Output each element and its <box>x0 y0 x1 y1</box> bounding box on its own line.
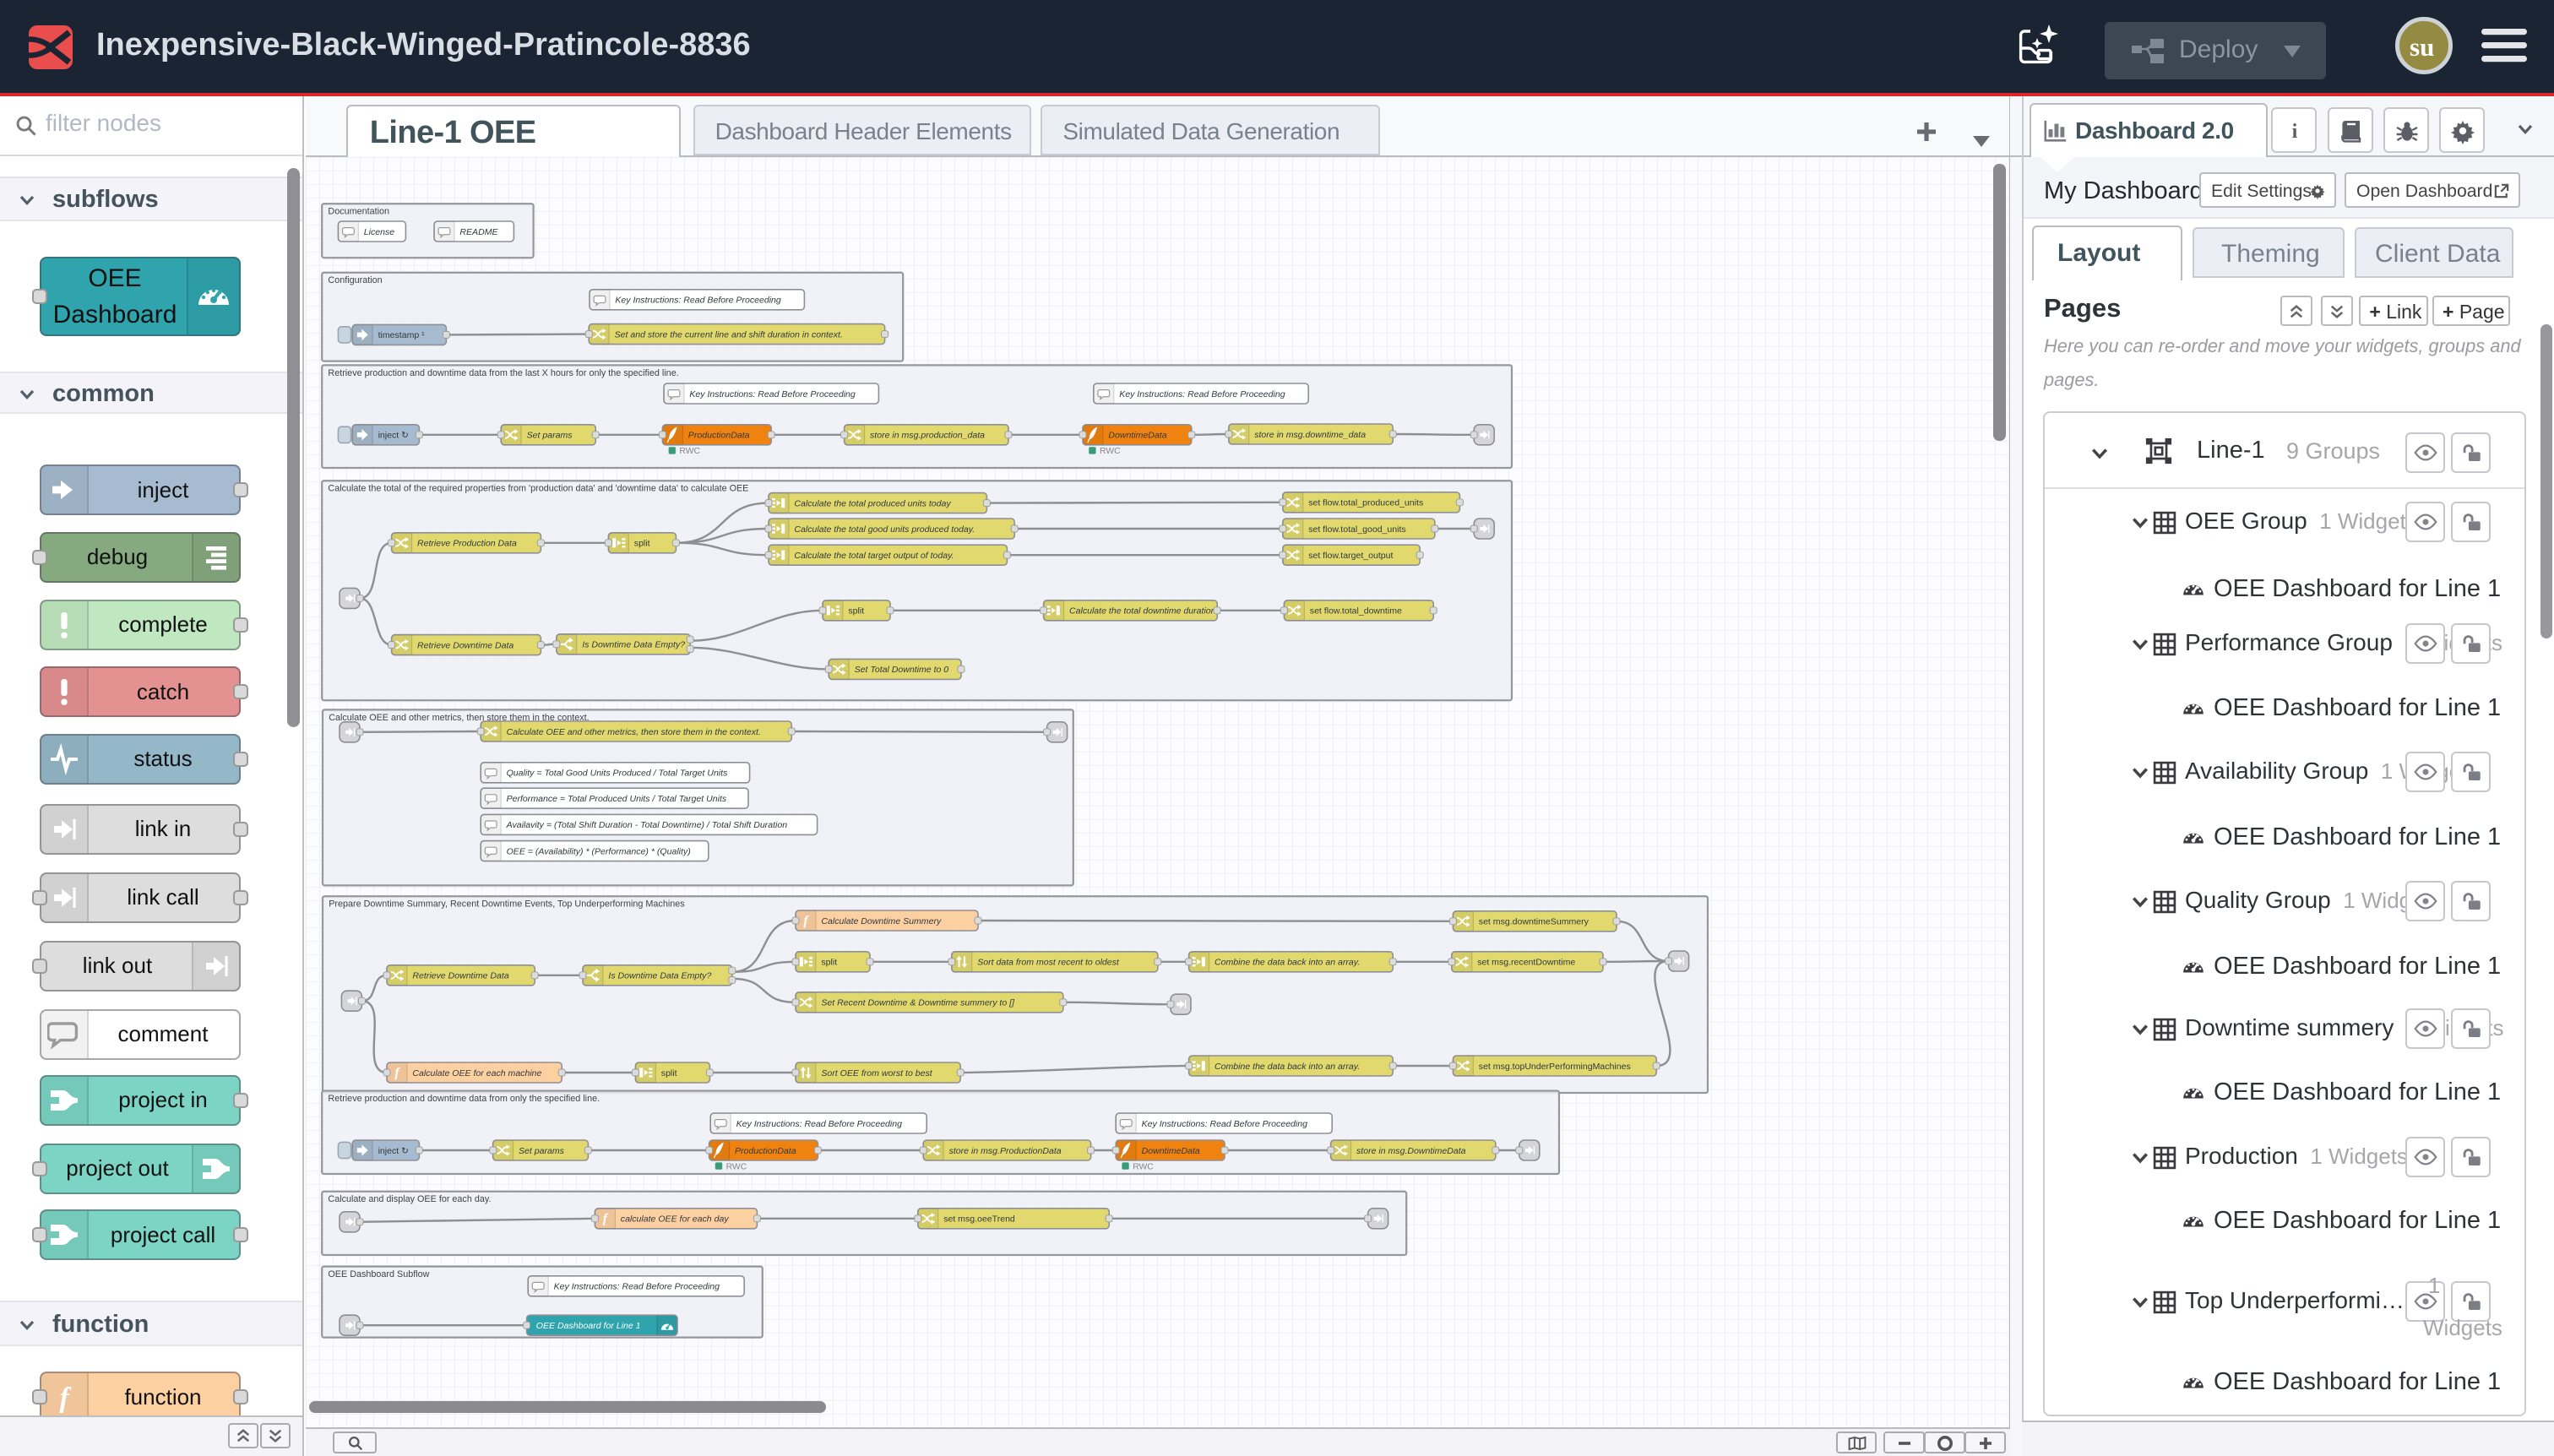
svg-text:Calculate and display OEE for: Calculate and display OEE for each day. <box>328 1194 491 1204</box>
svg-text:Set Recent Downtime & Downtime: Set Recent Downtime & Downtime summery t… <box>821 998 1015 1008</box>
svg-text:split: split <box>661 1068 677 1078</box>
svg-text:f: f <box>59 1383 72 1414</box>
svg-text:store in msg.downtime_data: store in msg.downtime_data <box>1254 430 1366 440</box>
svg-text:Combine the data back into an: Combine the data back into an array. <box>1215 1062 1360 1072</box>
svg-text:i: i <box>2292 121 2298 143</box>
svg-text:OEE = (Availability) * (Perfor: OEE = (Availability) * (Performance) * (… <box>507 846 691 856</box>
svg-text:Key Instructions: Read Before: Key Instructions: Read Before Proceeding <box>1142 1119 1308 1129</box>
svg-text:RWC: RWC <box>726 1162 747 1171</box>
svg-text:License: License <box>364 227 394 237</box>
svg-text:store in msg.production_data: store in msg.production_data <box>870 431 985 441</box>
svg-text:Key Instructions: Read Before: Key Instructions: Read Before Proceeding <box>736 1119 903 1129</box>
svg-text:inject ↻: inject ↻ <box>378 1146 410 1156</box>
svg-text:OEE Dashboard for Line 1: OEE Dashboard for Line 1 <box>536 1321 641 1331</box>
svg-text:Set Total Downtime to 0: Set Total Downtime to 0 <box>855 665 949 675</box>
svg-text:Calculate the total downtime d: Calculate the total downtime duration <box>1069 606 1216 617</box>
svg-text:Key Instructions: Read Before: Key Instructions: Read Before Proceeding <box>554 1282 720 1292</box>
svg-text:Is Downtime Data Empty?: Is Downtime Data Empty? <box>608 971 711 981</box>
svg-text:Availavity = (Total Shift Dura: Availavity = (Total Shift Duration - Tot… <box>506 820 788 830</box>
svg-text:set flow.total_produced_units: set flow.total_produced_units <box>1308 498 1423 508</box>
svg-text:Calculate OEE for each machine: Calculate OEE for each machine <box>412 1068 541 1078</box>
svg-text:Key Instructions: Read Before: Key Instructions: Read Before Proceeding <box>689 389 856 399</box>
svg-text:inject ↻: inject ↻ <box>378 431 410 441</box>
svg-text:Calculate the total good units: Calculate the total good units produced … <box>794 524 975 535</box>
svg-text:Key Instructions: Read Before: Key Instructions: Read Before Proceeding <box>615 296 781 306</box>
svg-text:ProductionData: ProductionData <box>735 1146 796 1156</box>
svg-text:Calculate the total produced u: Calculate the total produced units today <box>794 498 951 508</box>
svg-text:timestamp ¹: timestamp ¹ <box>378 330 426 340</box>
svg-text:Calculate the total target out: Calculate the total target output of tod… <box>794 551 954 561</box>
svg-text:Configuration: Configuration <box>328 275 382 285</box>
svg-text:Performance = Total Produced U: Performance = Total Produced Units / Tot… <box>507 794 727 804</box>
svg-text:Prepare Downtime Summary, Rece: Prepare Downtime Summary, Recent Downtim… <box>329 899 685 910</box>
svg-text:Retrieve Production Data: Retrieve Production Data <box>417 539 517 549</box>
svg-text:Retrieve production and downti: Retrieve production and downtime data fr… <box>328 368 678 378</box>
svg-text:Documentation: Documentation <box>328 207 389 217</box>
svg-text:calculate OEE for each day: calculate OEE for each day <box>621 1214 730 1225</box>
svg-text:set flow.target_output: set flow.target_output <box>1308 551 1393 561</box>
svg-text:Is Downtime Data Empty?: Is Downtime Data Empty? <box>582 640 685 650</box>
svg-text:set msg.oeeTrend: set msg.oeeTrend <box>943 1214 1015 1225</box>
svg-text:RWC: RWC <box>679 447 700 456</box>
svg-text:Calculate OEE and other metric: Calculate OEE and other metrics, then st… <box>507 727 761 737</box>
svg-text:store in msg.ProductionData: store in msg.ProductionData <box>949 1146 1062 1156</box>
svg-text:split: split <box>634 539 650 549</box>
svg-text:set msg.downtimeSummery: set msg.downtimeSummery <box>1479 917 1589 927</box>
svg-text:set msg.recentDowntime: set msg.recentDowntime <box>1477 958 1575 968</box>
svg-text:Quality = Total Good Units Pro: Quality = Total Good Units Produced / To… <box>507 769 728 779</box>
svg-text:store in msg.DowntimeData: store in msg.DowntimeData <box>1356 1146 1466 1156</box>
svg-text:Retrieve production and downti: Retrieve production and downtime data fr… <box>328 1094 600 1104</box>
svg-text:DowntimeData: DowntimeData <box>1108 431 1166 441</box>
svg-text:Set params: Set params <box>519 1146 565 1156</box>
svg-text:set flow.total_good_units: set flow.total_good_units <box>1308 524 1406 535</box>
svg-text:ProductionData: ProductionData <box>688 431 750 441</box>
svg-text:Combine the data back into an: Combine the data back into an array. <box>1215 958 1360 968</box>
svg-text:DowntimeData: DowntimeData <box>1142 1146 1200 1156</box>
svg-text:RWC: RWC <box>1133 1162 1154 1171</box>
svg-text:OEE Dashboard Subflow: OEE Dashboard Subflow <box>328 1269 429 1279</box>
svg-text:Sort OEE from worst to best: Sort OEE from worst to best <box>821 1068 932 1078</box>
svg-text:Retrieve Downtime Data: Retrieve Downtime Data <box>417 640 514 650</box>
svg-text:Set and store the current line: Set and store the current line and shift… <box>615 329 843 340</box>
svg-text:Sort data from most recent to: Sort data from most recent to oldest <box>977 958 1120 968</box>
svg-text:Set params: Set params <box>527 431 573 441</box>
svg-text:Calculate the total of the req: Calculate the total of the required prop… <box>328 484 748 494</box>
svg-text:split: split <box>848 606 864 617</box>
svg-text:set msg.topUnderPerformingMach: set msg.topUnderPerformingMachines <box>1479 1062 1631 1072</box>
svg-text:set flow.total_downtime: set flow.total_downtime <box>1310 606 1402 617</box>
svg-text:Retrieve Downtime Data: Retrieve Downtime Data <box>412 971 508 981</box>
svg-text:RWC: RWC <box>1100 447 1121 456</box>
svg-text:README: README <box>459 227 498 237</box>
svg-text:split: split <box>821 958 837 968</box>
svg-text:Calculate Downtime Summery: Calculate Downtime Summery <box>821 916 942 926</box>
svg-text:Key Instructions: Read Before: Key Instructions: Read Before Proceeding <box>1119 389 1285 399</box>
